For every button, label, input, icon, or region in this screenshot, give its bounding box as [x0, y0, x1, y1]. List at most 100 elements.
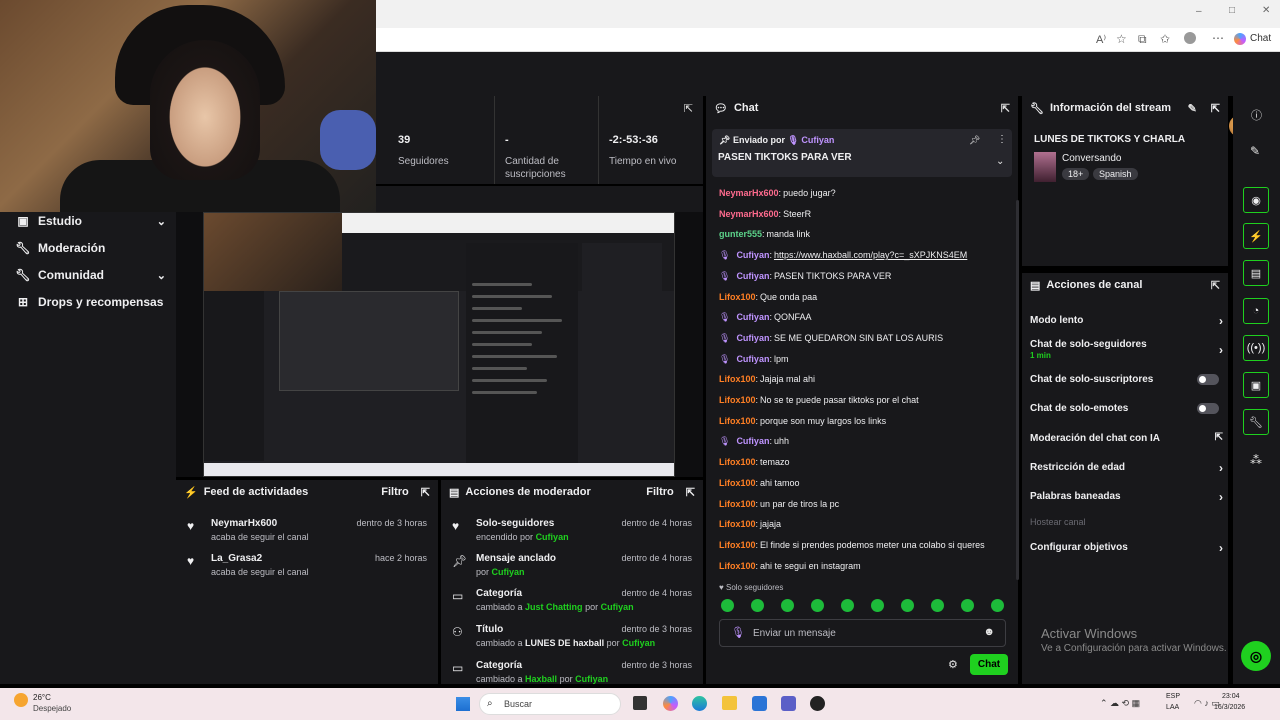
sidebar-item-moderacion[interactable]: 🔧︎ Moderación — [15, 237, 166, 259]
favorite-star-icon[interactable]: ☆ — [1116, 32, 1127, 46]
sub-user[interactable]: Cufiyan — [575, 674, 608, 684]
edit-pencil-icon[interactable]: ✎ — [1250, 144, 1260, 158]
address-bar[interactable]: A⁾ ☆ ⧉ ✩ ⋯ Chat — [376, 28, 1280, 52]
windows-start-icon[interactable] — [456, 697, 470, 711]
pinned-user[interactable]: Cufiyan — [801, 135, 834, 145]
chat-username[interactable]: gunter555 — [719, 229, 762, 239]
wrench-icon[interactable]: 🔧︎ — [1243, 409, 1269, 435]
settings-gear-icon[interactable]: ⚙ — [948, 658, 958, 671]
action-followers-only[interactable]: Chat de solo-seguidores 1 min › — [1030, 339, 1225, 361]
lightning-icon[interactable]: ⚡ — [1243, 223, 1269, 249]
more-options-icon[interactable]: ⋮ — [997, 134, 1007, 145]
sub-user[interactable]: Cufiyan — [536, 532, 569, 542]
sub-user[interactable]: Cufiyan — [622, 638, 655, 648]
chat-username[interactable]: Lifox100 — [719, 292, 756, 302]
task-view-icon[interactable] — [633, 696, 647, 710]
chat-username[interactable]: Cufiyan — [736, 333, 769, 343]
chat-username[interactable]: Lifox100 — [719, 457, 756, 467]
weather-temp[interactable]: 26°C — [33, 693, 51, 702]
more-menu-icon[interactable]: ⋯ — [1212, 31, 1224, 45]
clock-time[interactable]: 23:04 — [1222, 693, 1240, 700]
chat-username[interactable]: Lifox100 — [719, 519, 756, 529]
taskbar-search[interactable]: ⌕ Buscar — [479, 693, 621, 715]
tag-badge[interactable]: Spanish — [1093, 168, 1138, 180]
edge-browser-icon[interactable] — [692, 696, 707, 711]
read-aloud-icon[interactable]: A⁾ — [1096, 33, 1106, 46]
chat-username[interactable]: Lifox100 — [719, 540, 756, 550]
popout-icon[interactable]: ⇱ — [421, 486, 430, 499]
chat-input[interactable]: 🎙︎ Enviar un mensaje ☻ — [719, 619, 1006, 647]
copilot-icon[interactable] — [1234, 33, 1246, 45]
minimize-button[interactable]: – — [1196, 6, 1202, 17]
action-banned-words[interactable]: Palabras baneadas › — [1030, 490, 1225, 504]
chat-username[interactable]: Lifox100 — [719, 374, 756, 384]
action-ai-moderation[interactable]: Moderación del chat con IA ⇱ — [1030, 432, 1225, 444]
broadcast-icon[interactable]: ((•)) — [1243, 335, 1269, 361]
chat-username[interactable]: Lifox100 — [719, 395, 756, 405]
sidebar-item-drops[interactable]: ⊞ Drops y recompensas — [16, 291, 166, 313]
emote-icon[interactable] — [811, 599, 824, 612]
language-layout[interactable]: LAA — [1166, 704, 1179, 711]
chat-username[interactable]: Cufiyan — [736, 354, 769, 364]
edit-pencil-icon[interactable]: ✎ — [1188, 102, 1197, 115]
emote-icon[interactable] — [721, 599, 734, 612]
chevron-down-icon[interactable]: ⌄ — [996, 156, 1004, 167]
profile-avatar-icon[interactable] — [1184, 32, 1196, 44]
tray-icons[interactable]: ⌃ ☁ ⟲ ▦ — [1100, 698, 1140, 709]
chat-username[interactable]: Lifox100 — [719, 416, 756, 426]
extensions-icon[interactable]: ⧉ — [1138, 32, 1147, 47]
favorites-icon[interactable]: ✩ — [1160, 32, 1170, 46]
chat-username[interactable]: Cufiyan — [736, 312, 769, 322]
chat-username[interactable]: NeymarHx600 — [719, 209, 779, 219]
action-subs-only[interactable]: Chat de solo-suscriptores — [1030, 374, 1225, 385]
toggle-switch[interactable] — [1197, 403, 1219, 414]
action-goals[interactable]: Configurar objetivos › — [1030, 541, 1225, 555]
extensions-icon[interactable]: ⁂ — [1250, 453, 1262, 467]
file-explorer-icon[interactable] — [722, 696, 737, 710]
action-slow-mode[interactable]: Modo lento › — [1030, 314, 1225, 328]
emote-icon[interactable] — [781, 599, 794, 612]
sub-user[interactable]: Cufiyan — [601, 602, 634, 612]
camera-icon[interactable]: ◉ — [1243, 187, 1269, 213]
tag-badge[interactable]: 18+ — [1062, 168, 1090, 180]
sidebar-item-comunidad[interactable]: 🔧︎ Comunidad ⌄ — [15, 264, 166, 286]
copilot-app-icon[interactable] — [663, 696, 678, 711]
chat-username[interactable]: Lifox100 — [719, 499, 756, 509]
action-age-restriction[interactable]: Restricción de edad › — [1030, 461, 1225, 475]
emote-icon[interactable] — [751, 599, 764, 612]
chat-username[interactable]: Lifox100 — [719, 561, 756, 571]
popout-icon[interactable]: ⇱ — [1001, 102, 1010, 115]
language-code[interactable]: ESP — [1166, 693, 1180, 700]
emote-icon[interactable] — [931, 599, 944, 612]
sidebar-item-estudio[interactable]: ▣ Estudio ⌄ — [16, 210, 166, 232]
emote-icon[interactable] — [991, 599, 1004, 612]
weather-desc[interactable]: Despejado — [33, 704, 71, 713]
emoji-icon[interactable]: ☻ — [983, 626, 995, 638]
stream-manager-icon[interactable]: ▣ — [1243, 372, 1269, 398]
outlook-icon[interactable] — [752, 696, 767, 711]
popout-icon[interactable]: ⇱ — [1211, 102, 1220, 115]
clock-date[interactable]: 16/3/2026 — [1214, 704, 1245, 711]
chat-username[interactable]: Cufiyan — [736, 250, 769, 260]
popout-icon[interactable]: ⇱ — [1211, 279, 1220, 292]
teams-icon[interactable] — [781, 696, 796, 711]
emote-icon[interactable] — [871, 599, 884, 612]
chat-username[interactable]: Lifox100 — [719, 478, 756, 488]
chat-scrollbar[interactable] — [1016, 200, 1019, 580]
chat-username[interactable]: NeymarHx600 — [719, 188, 779, 198]
emote-icon[interactable] — [901, 599, 914, 612]
pin-icon[interactable]: 📌︎ — [969, 135, 980, 146]
stream-preview[interactable] — [203, 212, 675, 477]
maximize-button[interactable]: □ — [1229, 5, 1235, 16]
send-chat-button[interactable]: Chat — [970, 654, 1008, 675]
chat-bubble-icon[interactable]: ◔ — [1243, 298, 1269, 324]
emote-icon[interactable] — [841, 599, 854, 612]
emote-icon[interactable] — [961, 599, 974, 612]
filter-button[interactable]: Filtro — [381, 486, 409, 498]
toggle-switch[interactable] — [1197, 374, 1219, 385]
popout-icon[interactable]: ⇱ — [686, 486, 695, 499]
obs-icon[interactable] — [810, 696, 825, 711]
copilot-chat-label[interactable]: Chat — [1250, 33, 1271, 44]
support-chat-button[interactable]: ◎ — [1241, 641, 1271, 671]
filter-button[interactable]: Filtro — [646, 486, 674, 498]
